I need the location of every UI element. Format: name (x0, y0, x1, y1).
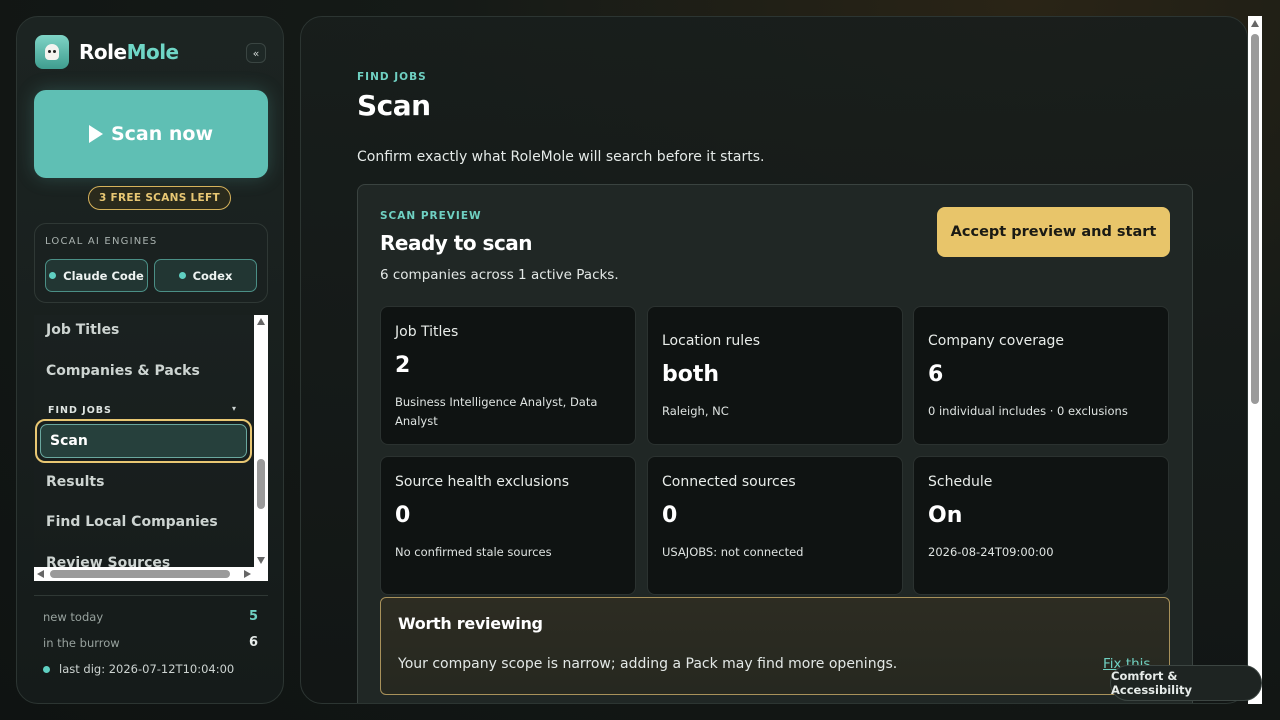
stat-burrow-value: 6 (249, 635, 259, 650)
play-icon (88, 125, 103, 143)
engines-title: LOCAL AI ENGINES (45, 236, 158, 247)
card-connected-sources: Connected sources 0 USAJOBS: not connect… (647, 456, 903, 595)
scroll-left-arrow-icon[interactable] (37, 570, 44, 578)
stat-new-today-value: 5 (249, 609, 259, 624)
scan-now-button[interactable]: Scan now (34, 90, 268, 178)
preview-subtitle: 6 companies across 1 active Packs. (380, 267, 619, 283)
preview-eyebrow: SCAN PREVIEW (380, 210, 482, 222)
brand-name: RoleMole (79, 40, 179, 64)
status-dot-icon (178, 272, 186, 279)
nav-item-companies-packs[interactable]: Companies & Packs (46, 363, 200, 379)
card-value: 0 (395, 503, 411, 528)
brand: RoleMole (35, 35, 179, 69)
status-dot-icon (43, 665, 50, 673)
page-title: Scan (357, 89, 431, 122)
scroll-thumb[interactable] (257, 459, 265, 509)
last-dig: last dig: 2026-07-12T10:04:00 (43, 662, 234, 676)
divider (34, 595, 268, 596)
scroll-right-arrow-icon[interactable] (244, 570, 251, 578)
worth-reviewing-panel: Worth reviewing Your company scope is na… (380, 597, 1170, 695)
card-label: Source health exclusions (395, 474, 570, 490)
card-note: Raleigh, NC (662, 404, 729, 418)
nav-item-job-titles[interactable]: Job Titles (46, 322, 119, 338)
card-label: Job Titles (395, 324, 459, 340)
nav-vertical-scrollbar[interactable] (254, 315, 268, 567)
scroll-down-arrow-icon[interactable] (257, 557, 265, 564)
card-value: 6 (928, 362, 944, 387)
section-eyebrow: FIND JOBS (357, 71, 427, 83)
card-schedule: Schedule On 2026-08-24T09:00:00 (913, 456, 1169, 595)
scan-now-label: Scan now (110, 123, 214, 145)
card-source-health: Source health exclusions 0 No confirmed … (380, 456, 636, 595)
mole-logo-icon (35, 35, 69, 69)
stat-new-today-label: new today (43, 610, 104, 624)
sidebar: RoleMole « Scan now 3 FREE SCANS LEFT LO… (16, 16, 284, 704)
card-note: No confirmed stale sources (395, 545, 552, 559)
engine-codex[interactable]: Codex (154, 259, 257, 292)
nav-item-results[interactable]: Results (46, 474, 104, 490)
worth-title: Worth reviewing (398, 614, 543, 633)
scroll-up-arrow-icon[interactable] (1251, 20, 1259, 27)
comfort-accessibility-button[interactable]: Comfort & Accessibility (1110, 665, 1262, 701)
last-dig-text: last dig: 2026-07-12T10:04:00 (59, 662, 235, 676)
engine-claude-code[interactable]: Claude Code (45, 259, 148, 292)
nav-item-scan[interactable]: Scan (35, 419, 252, 463)
card-note: 2026-08-24T09:00:00 (928, 545, 1054, 559)
card-label: Schedule (928, 474, 993, 490)
worth-body: Your company scope is narrow; adding a P… (398, 656, 898, 672)
nav-item-review-sources[interactable]: Review Sources (46, 555, 170, 567)
scroll-thumb[interactable] (1251, 34, 1259, 404)
card-job-titles: Job Titles 2 Business Intelligence Analy… (380, 306, 636, 445)
nav-item-scan-label: Scan (40, 424, 247, 458)
nav-scroll-area: Job Titles Companies & Packs FIND JOBS ▾… (34, 315, 268, 581)
card-note: Business Intelligence Analyst, Data Anal… (395, 395, 598, 428)
card-location-rules: Location rules both Raleigh, NC (647, 306, 903, 445)
nav-group-find-jobs[interactable]: FIND JOBS (48, 405, 112, 416)
brand-name-part2: Mole (126, 40, 180, 64)
engine-label: Codex (192, 268, 233, 283)
card-label: Location rules (662, 333, 761, 349)
card-value: On (928, 503, 963, 528)
free-scans-badge: 3 FREE SCANS LEFT (88, 186, 231, 210)
card-value: 2 (395, 353, 411, 378)
status-dot-icon (49, 272, 57, 279)
card-note: 0 individual includes · 0 exclusions (928, 404, 1128, 418)
card-value: both (662, 362, 720, 387)
brand-name-part1: Role (79, 40, 127, 64)
card-note: USAJOBS: not connected (662, 545, 804, 559)
scroll-up-arrow-icon[interactable] (257, 318, 265, 325)
card-label: Connected sources (662, 474, 796, 490)
local-ai-engines-panel: LOCAL AI ENGINES Claude Code Codex (34, 223, 268, 303)
card-label: Company coverage (928, 333, 1065, 349)
page-subtitle: Confirm exactly what RoleMole will searc… (357, 149, 765, 165)
nav-list: Job Titles Companies & Packs FIND JOBS ▾… (34, 315, 254, 567)
chevron-down-icon[interactable]: ▾ (232, 404, 236, 413)
collapse-sidebar-button[interactable]: « (246, 43, 266, 63)
engine-label: Claude Code (63, 268, 144, 283)
scan-preview-panel: SCAN PREVIEW Ready to scan 6 companies a… (357, 184, 1193, 703)
stat-burrow-label: in the burrow (43, 636, 120, 650)
accept-preview-button[interactable]: Accept preview and start (937, 207, 1170, 257)
card-value: 0 (662, 503, 678, 528)
preview-title: Ready to scan (380, 231, 533, 255)
main-panel: FIND JOBS Scan Confirm exactly what Role… (300, 16, 1248, 704)
nav-item-find-local-companies[interactable]: Find Local Companies (46, 514, 218, 530)
page-scrollbar[interactable] (1248, 16, 1262, 704)
scroll-thumb[interactable] (50, 570, 230, 578)
card-company-coverage: Company coverage 6 0 individual includes… (913, 306, 1169, 445)
nav-horizontal-scrollbar[interactable] (34, 567, 254, 581)
